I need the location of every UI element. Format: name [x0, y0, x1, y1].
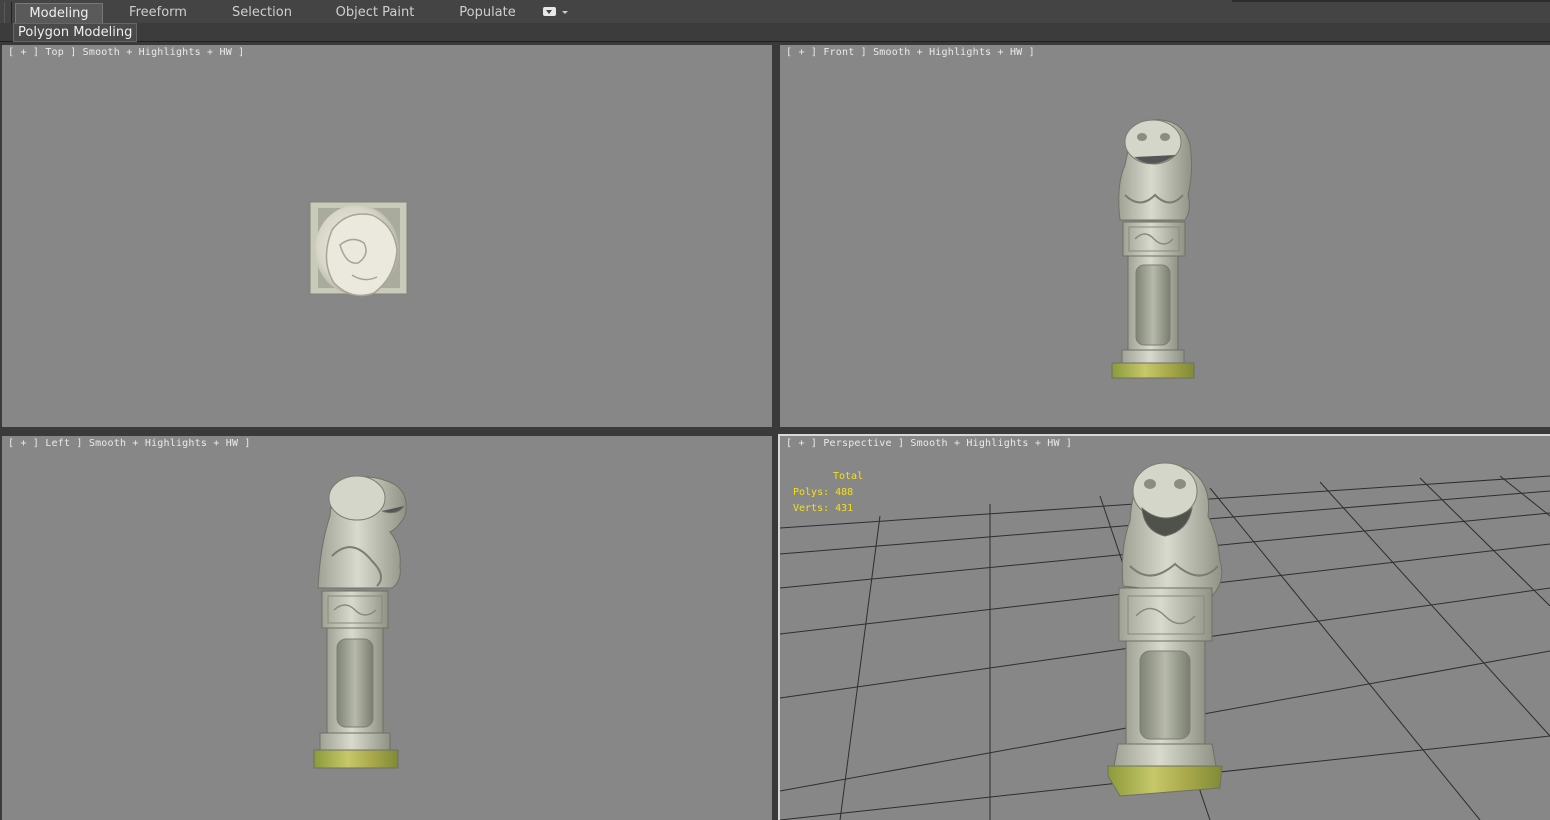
ribbon-bar: Modeling Freeform Selection Object Paint… — [0, 0, 1550, 40]
front-view-statue — [1111, 119, 1195, 379]
ribbon-divider — [1232, 0, 1550, 2]
tab-object-paint[interactable]: Object Paint — [330, 3, 420, 22]
left-view-statue — [313, 475, 407, 769]
viewport-front[interactable]: [ + ] Front ] Smooth + Highlights + HW ] — [780, 45, 1550, 427]
viewport-left[interactable]: [ + ] Left ] Smooth + Highlights + HW ] — [2, 436, 772, 820]
tab-selection[interactable]: Selection — [222, 3, 302, 22]
chevron-down-icon — [562, 11, 568, 14]
ribbon-panel-bar: Polygon Modeling — [0, 23, 1550, 42]
ribbon-options-dropdown[interactable] — [543, 5, 571, 19]
top-view-statue — [309, 201, 408, 297]
perspective-view-statue — [1107, 462, 1223, 797]
tab-populate[interactable]: Populate — [450, 3, 525, 22]
viewport-top[interactable]: [ + ] Top ] Smooth + Highlights + HW ] — [2, 45, 772, 427]
viewport-perspective[interactable]: [ + ] Perspective ] Smooth + Highlights … — [778, 434, 1550, 820]
tab-modeling[interactable]: Modeling — [15, 3, 103, 23]
polygon-modeling-button[interactable]: Polygon Modeling — [13, 23, 138, 42]
dropdown-icon — [543, 7, 556, 16]
tab-freeform[interactable]: Freeform — [118, 3, 198, 22]
